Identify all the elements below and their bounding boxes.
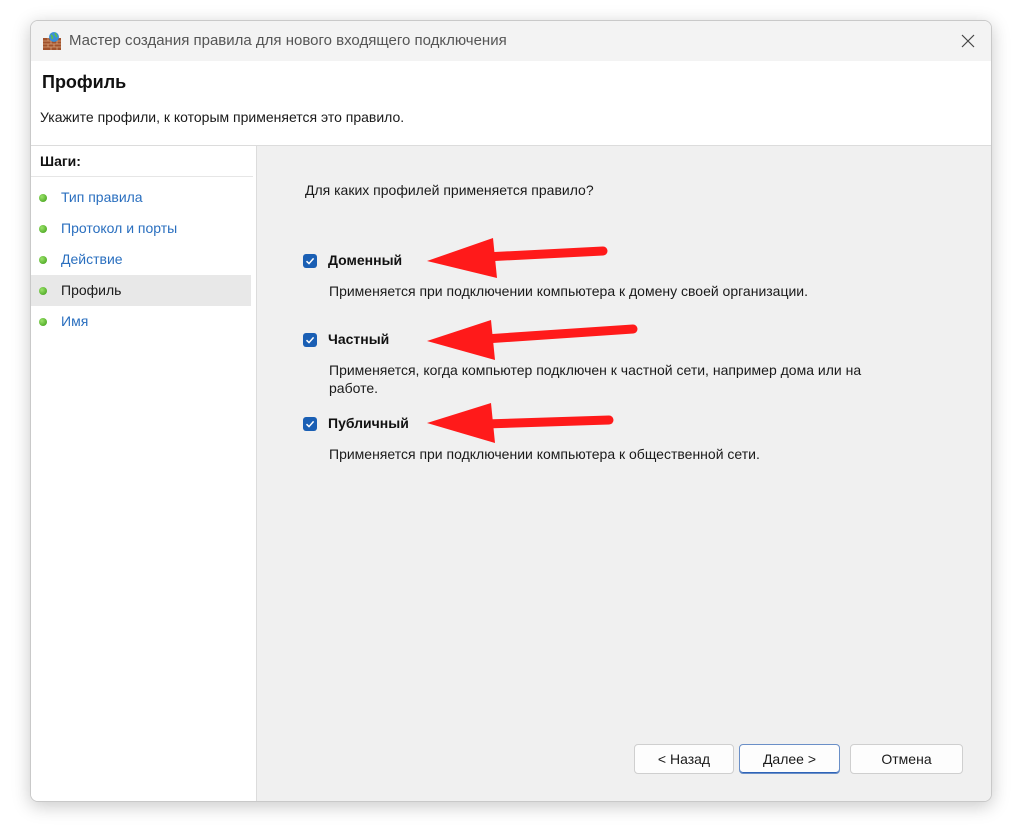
sidebar-item-protocol-ports[interactable]: Протокол и порты — [31, 213, 251, 244]
steps-header: Шаги: — [31, 146, 253, 177]
red-arrow-icon — [427, 403, 614, 443]
sidebar-item-action[interactable]: Действие — [31, 244, 251, 275]
next-button[interactable]: Далее > — [739, 744, 840, 774]
checkmark-icon — [305, 257, 315, 265]
page-title: Профиль — [42, 72, 127, 92]
profile-content: Для каких профилей применяется правило? … — [257, 146, 991, 801]
wizard-header: Профиль Укажите профили, к которым приме… — [31, 61, 991, 146]
checkmark-icon — [305, 336, 315, 344]
screenshot-canvas: Мастер создания правила для нового входя… — [0, 0, 1024, 831]
step-complete-dot-icon — [39, 225, 47, 233]
close-icon — [961, 34, 975, 48]
title-bar: Мастер создания правила для нового входя… — [31, 21, 991, 61]
step-dot-icon — [39, 318, 47, 326]
back-button[interactable]: < Назад — [634, 744, 734, 774]
sidebar-item-label: Профиль — [61, 282, 122, 298]
private-option-description: Применяется, когда компьютер подключен к… — [329, 362, 862, 396]
domain-option-label[interactable]: Доменный — [328, 252, 402, 268]
cancel-button[interactable]: Отмена — [850, 744, 963, 774]
steps-sidebar: Шаги: Тип правила Протокол и порты Дейст… — [31, 146, 257, 801]
sidebar-item-profile[interactable]: Профиль — [31, 275, 251, 306]
close-button[interactable] — [953, 27, 983, 55]
wizard-window: Мастер создания правила для нового входя… — [30, 20, 992, 802]
step-current-dot-icon — [39, 287, 47, 295]
firewall-brick-icon — [43, 32, 61, 50]
sidebar-item-name[interactable]: Имя — [31, 306, 251, 337]
red-arrow-icon — [427, 238, 608, 278]
sidebar-item-label: Протокол и порты — [61, 220, 178, 236]
steps-label: Шаги: — [40, 153, 81, 169]
public-option-label[interactable]: Публичный — [328, 415, 409, 431]
profile-question: Для каких профилей применяется правило? — [305, 182, 594, 198]
page-subtitle: Укажите профили, к которым применяется э… — [40, 109, 405, 125]
window-title: Мастер создания правила для нового входя… — [69, 32, 507, 49]
domain-checkbox[interactable] — [303, 254, 317, 268]
checkmark-icon — [305, 420, 315, 428]
private-option-label[interactable]: Частный — [328, 331, 389, 347]
public-checkbox[interactable] — [303, 417, 317, 431]
sidebar-item-label: Имя — [61, 313, 89, 329]
sidebar-item-rule-type[interactable]: Тип правила — [31, 182, 251, 213]
step-complete-dot-icon — [39, 256, 47, 264]
private-checkbox[interactable] — [303, 333, 317, 347]
domain-option-description: Применяется при подключении компьютера к… — [329, 283, 809, 299]
red-arrow-icon — [427, 320, 638, 360]
wizard-body: Шаги: Тип правила Протокол и порты Дейст… — [31, 146, 991, 801]
step-complete-dot-icon — [39, 194, 47, 202]
sidebar-item-label: Действие — [61, 251, 123, 267]
sidebar-item-label: Тип правила — [61, 189, 143, 205]
